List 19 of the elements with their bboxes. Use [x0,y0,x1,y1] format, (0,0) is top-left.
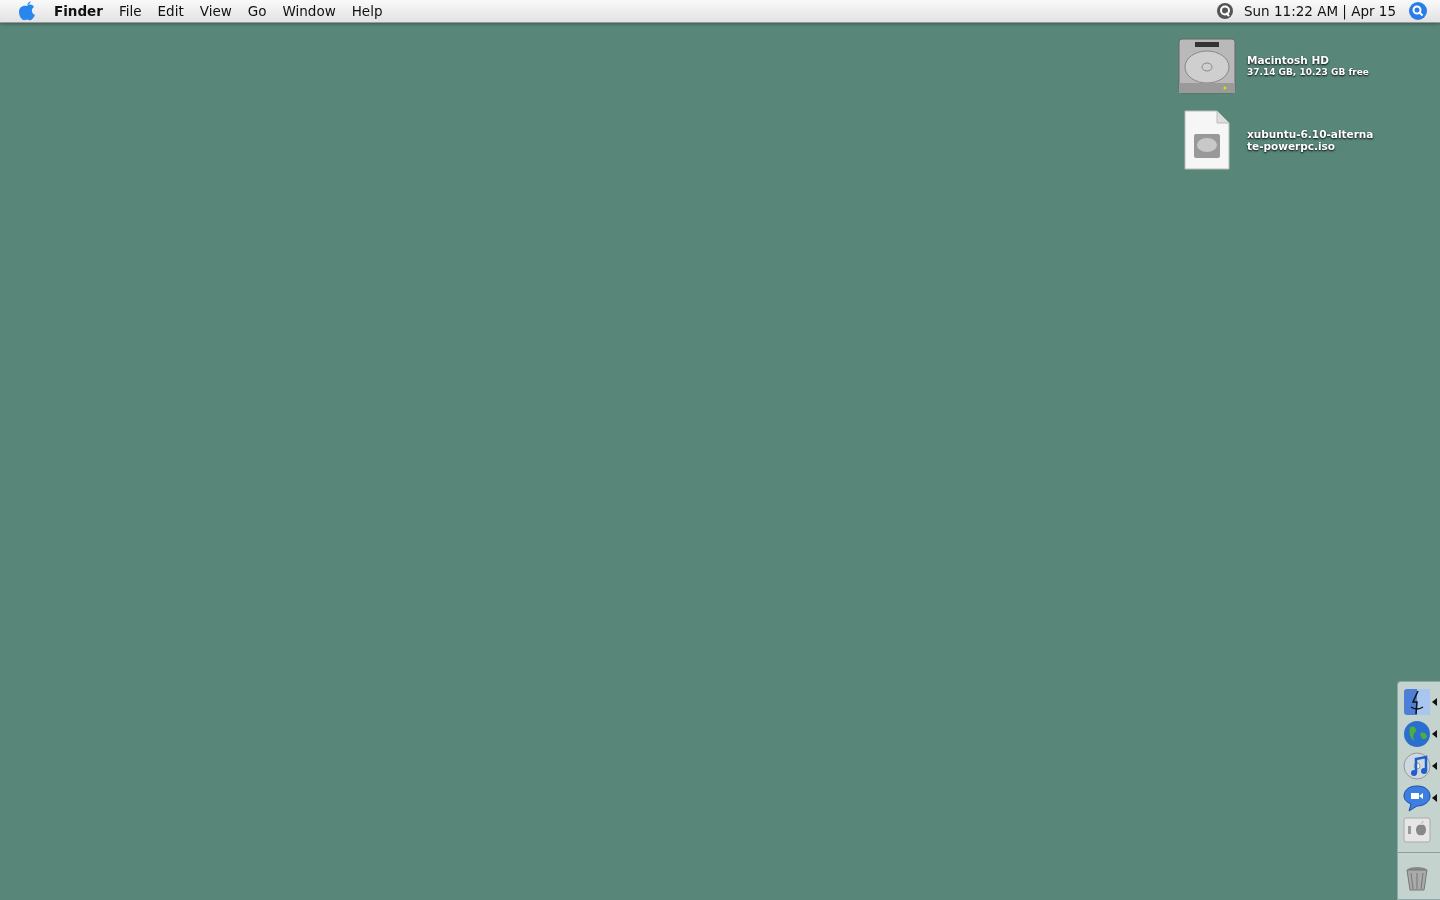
menu-clock[interactable]: Sun 11:22 AM | Apr 15 [1234,3,1408,19]
video-chat-icon[interactable] [1401,783,1432,813]
icon-label[interactable]: xubuntu-6.10-alternate-powerpc.iso [1247,128,1377,152]
menu-item[interactable]: View [191,3,240,19]
preferences-switch-icon[interactable] [1401,815,1432,845]
menu-item[interactable]: File [110,3,150,19]
menu-item[interactable]: Edit [149,3,192,19]
icon-info: 37.14 GB, 10.23 GB free [1247,66,1370,78]
search-icon[interactable] [1408,1,1428,21]
menu-item[interactable]: Window [274,3,344,19]
finder-face-icon[interactable] [1401,687,1432,717]
hard-drive-icon[interactable] [1177,35,1237,97]
apple-logo-icon[interactable] [18,1,36,21]
status-q-icon[interactable] [1216,2,1234,20]
app-menu[interactable]: Finder [46,3,111,19]
menu-item[interactable]: Help [343,3,391,19]
music-cd-icon[interactable] [1401,751,1432,781]
menu-item[interactable]: Go [239,3,275,19]
icon-label[interactable]: Macintosh HD [1247,54,1377,66]
